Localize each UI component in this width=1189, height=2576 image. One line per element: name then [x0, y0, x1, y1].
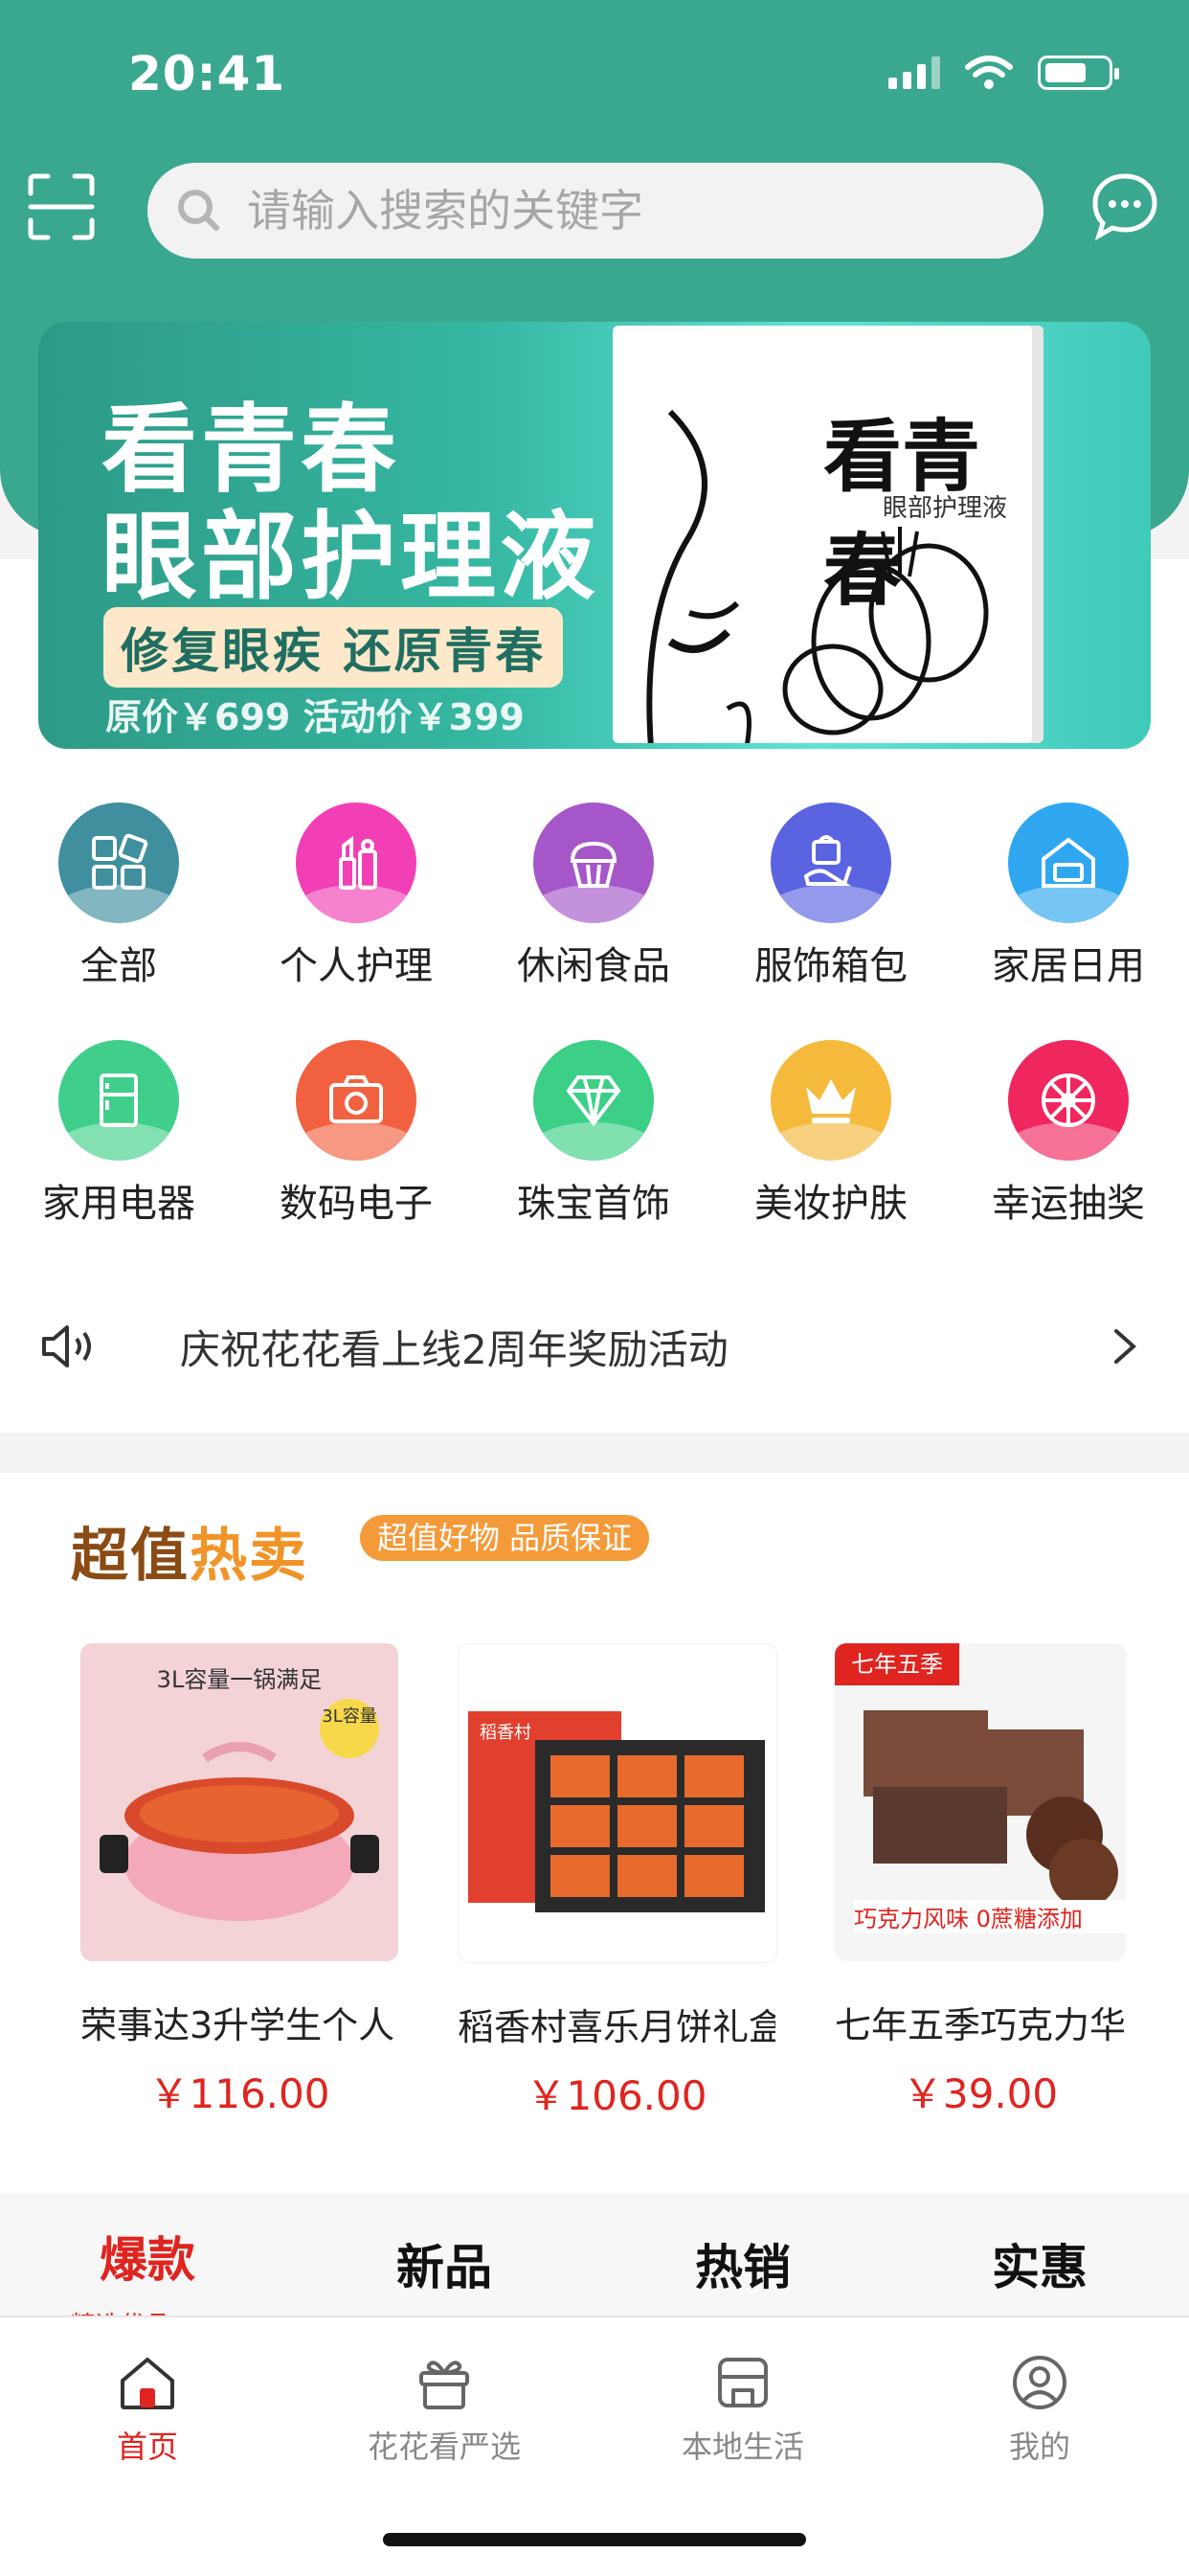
- product-price: ￥39.00: [902, 2070, 1059, 2117]
- banner-title-line2: 眼部护理液: [101, 501, 599, 613]
- wheel-icon: [1008, 1040, 1129, 1161]
- tab-new[interactable]: 新品: [396, 2229, 492, 2298]
- camera-icon: [296, 1040, 416, 1161]
- banner-tagline: 修复眼疾 还原青春: [103, 607, 564, 688]
- nav-profile[interactable]: 我的: [925, 2352, 1155, 2467]
- banner-price: 原价￥699 活动价￥399: [105, 696, 525, 738]
- search-bar[interactable]: [147, 163, 1043, 259]
- category-label: 珠宝首饰: [517, 1182, 670, 1226]
- line-art-face-flower: [646, 409, 989, 743]
- product-image: 七年五季 巧克力风味 0蔗糖添加: [835, 1643, 1126, 1961]
- category-label: 个人护理: [280, 944, 433, 988]
- product-name: 七年五季巧克力华: [835, 2004, 1126, 2046]
- home-indicator: [383, 2533, 806, 2546]
- nav-label: 首页: [116, 2429, 178, 2465]
- tab-hot[interactable]: 爆款: [100, 2222, 195, 2291]
- category-beauty[interactable]: 美妆护肤: [716, 1040, 946, 1228]
- nav-home[interactable]: 首页: [33, 2352, 262, 2467]
- product-image: 3L容量一锅满足 3L容量: [80, 1643, 398, 1961]
- announcement-bar[interactable]: 庆祝花花看上线2周年奖励活动: [0, 1302, 1189, 1390]
- chevron-right-icon: [1114, 1329, 1137, 1364]
- product-price: ￥106.00: [526, 2072, 707, 2119]
- home-icon: [1008, 802, 1129, 923]
- wifi-icon: [965, 56, 1013, 89]
- status-time: 20:41: [128, 46, 286, 102]
- scan-icon[interactable]: [27, 172, 96, 241]
- product-box-image: 看青春 眼部护理液: [613, 326, 1043, 743]
- home-icon: [121, 2358, 174, 2409]
- tab-bestseller[interactable]: 热销: [695, 2229, 791, 2298]
- product-tabs: 爆款 新品 热销 实惠 精选优品: [0, 2193, 1189, 2340]
- category-label: 家居日用: [992, 944, 1145, 988]
- user-icon: [1013, 2356, 1066, 2409]
- hot-sale-section: 超值热卖 超值好物 品质保证 3L容量一锅满足 3L容量 荣事达3升学生个人 ￥…: [0, 1473, 1189, 2193]
- category-label: 休闲食品: [517, 944, 670, 988]
- status-bar: 20:41: [0, 0, 1189, 153]
- category-apparel-bags[interactable]: 服饰箱包: [716, 802, 946, 990]
- search-input[interactable]: [245, 184, 1015, 237]
- speaker-icon: [42, 1325, 91, 1367]
- category-label: 服饰箱包: [754, 944, 908, 988]
- category-appliances[interactable]: 家用电器: [4, 1040, 234, 1228]
- gift-icon: [419, 2361, 469, 2409]
- category-label: 幸运抽奖: [992, 1182, 1145, 1226]
- nav-label: 花花看严选: [367, 2429, 521, 2465]
- category-all[interactable]: 全部: [4, 802, 234, 990]
- cellular-signal-icon: [888, 56, 940, 89]
- category-personal-care[interactable]: 个人护理: [241, 802, 471, 990]
- product-card[interactable]: 七年五季 巧克力风味 0蔗糖添加 七年五季巧克力华 ￥39.00: [835, 1643, 1126, 2120]
- store-icon: [718, 2358, 768, 2407]
- category-label: 全部: [80, 944, 157, 988]
- promo-banner[interactable]: 看青春 眼部护理液 修复眼疾 还原青春 原价￥699 活动价￥399 看青春 眼…: [38, 322, 1151, 749]
- product-name: 稻香村喜乐月饼礼盒: [458, 2006, 775, 2048]
- category-label: 家用电器: [42, 1182, 195, 1226]
- banner-title-line1: 看青春: [101, 394, 400, 506]
- grid-icon: [58, 802, 179, 923]
- category-snacks[interactable]: 休闲食品: [479, 802, 708, 990]
- fridge-icon: [58, 1040, 179, 1161]
- lipstick-icon: [296, 802, 416, 923]
- section-title: 超值热卖: [71, 1523, 308, 1590]
- category-label: 数码电子: [280, 1182, 433, 1226]
- nav-local-life[interactable]: 本地生活: [628, 2352, 858, 2467]
- product-image: 稻香村: [458, 1643, 777, 1963]
- search-icon: [178, 190, 219, 231]
- tab-value[interactable]: 实惠: [992, 2229, 1088, 2298]
- section-tag: 超值好物 品质保证: [360, 1515, 650, 1561]
- product-name: 荣事达3升学生个人: [80, 2004, 395, 2046]
- message-icon[interactable]: [1089, 170, 1160, 241]
- announcement-text: 庆祝花花看上线2周年奖励活动: [180, 1326, 729, 1373]
- shoe-bag-icon: [771, 802, 891, 923]
- crown-icon: [771, 1040, 891, 1161]
- cupcake-icon: [533, 802, 654, 923]
- category-home-daily[interactable]: 家居日用: [953, 802, 1183, 990]
- battery-icon: [1038, 56, 1119, 90]
- product-price: ￥116.00: [148, 2070, 330, 2117]
- diamond-icon: [533, 1040, 654, 1161]
- product-card[interactable]: 稻香村 稻香村喜乐月饼礼盒 ￥106.00: [458, 1643, 777, 2122]
- product-card[interactable]: 3L容量一锅满足 3L容量 荣事达3升学生个人 ￥116.00: [80, 1643, 398, 2120]
- category-lucky-draw[interactable]: 幸运抽奖: [953, 1040, 1183, 1228]
- nav-label: 本地生活: [681, 2429, 804, 2465]
- category-jewelry[interactable]: 珠宝首饰: [479, 1040, 708, 1228]
- nav-label: 我的: [1008, 2429, 1070, 2465]
- category-digital[interactable]: 数码电子: [241, 1040, 471, 1228]
- category-label: 美妆护肤: [754, 1182, 908, 1226]
- nav-selection[interactable]: 花花看严选: [329, 2352, 559, 2467]
